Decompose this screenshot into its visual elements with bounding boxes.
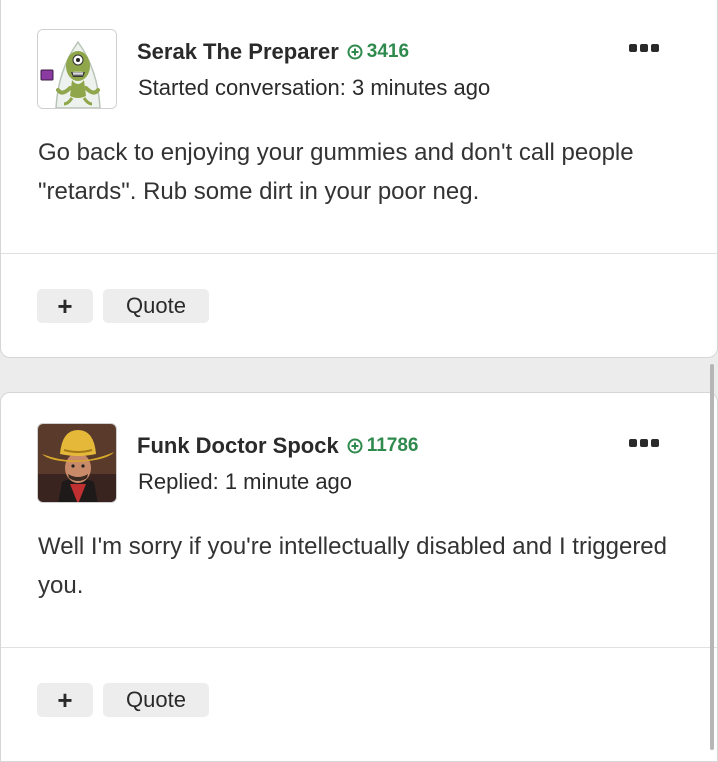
post-meta: Replied: 1 minute ago: [138, 469, 353, 494]
author-row: Serak The Preparer 3416: [137, 37, 409, 67]
post-actions: + Quote: [37, 683, 209, 717]
alien-avatar-icon: [38, 30, 116, 108]
cowboy-hat-avatar-icon: [38, 424, 116, 502]
post-body: Well I'm sorry if you're intellectually …: [38, 533, 668, 599]
more-dots-icon: [629, 44, 637, 52]
more-options-button[interactable]: [629, 436, 659, 450]
reputation-count: 3416: [366, 41, 410, 62]
post-meta: Started conversation: 3 minutes ago: [138, 75, 491, 100]
post-card: Serak The Preparer 3416 Started conversa…: [0, 0, 718, 358]
author-name[interactable]: Serak The Preparer: [137, 39, 339, 65]
post-actions: + Quote: [37, 289, 209, 323]
divider: [1, 253, 717, 254]
reputation-plus-icon: [347, 438, 363, 454]
scrollbar[interactable]: [710, 364, 714, 750]
more-options-button[interactable]: [629, 41, 659, 55]
avatar[interactable]: [37, 423, 117, 503]
author-name[interactable]: Funk Doctor Spock: [137, 433, 339, 459]
add-reaction-button[interactable]: +: [37, 289, 93, 323]
reputation-plus-icon: [347, 44, 363, 60]
quote-button[interactable]: Quote: [103, 683, 209, 717]
more-dots-icon: [629, 439, 637, 447]
add-reaction-button[interactable]: +: [37, 683, 93, 717]
post-body: Go back to enjoying your gummies and don…: [38, 139, 634, 205]
divider: [1, 647, 717, 648]
reputation-count: 11786: [366, 435, 419, 456]
author-row: Funk Doctor Spock 11786: [137, 431, 418, 461]
avatar[interactable]: [37, 29, 117, 109]
quote-button[interactable]: Quote: [103, 289, 209, 323]
post-card: Funk Doctor Spock 11786 Replied: 1 minut…: [0, 392, 718, 762]
